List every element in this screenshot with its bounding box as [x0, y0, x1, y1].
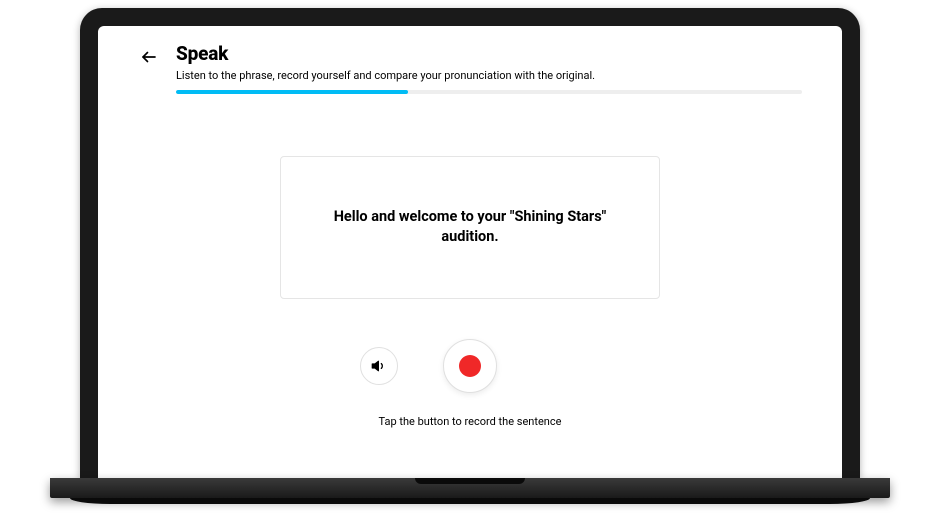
record-button[interactable] — [443, 339, 497, 393]
app-screen: Speak Listen to the phrase, record yours… — [98, 26, 842, 478]
app-container: Speak Listen to the phrase, record yours… — [98, 26, 842, 478]
progress-bar — [176, 90, 802, 94]
laptop-bezel: Speak Listen to the phrase, record yours… — [80, 8, 860, 478]
title-block: Speak Listen to the phrase, record yours… — [176, 42, 802, 94]
speaker-icon — [371, 358, 387, 374]
progress-fill — [176, 90, 408, 94]
arrow-left-icon — [140, 48, 158, 66]
play-audio-button[interactable] — [360, 347, 398, 385]
header: Speak Listen to the phrase, record yours… — [138, 42, 802, 94]
back-button[interactable] — [138, 46, 160, 68]
record-icon — [459, 355, 481, 377]
laptop-foot — [70, 498, 870, 504]
phrase-card: Hello and welcome to your "Shining Stars… — [280, 156, 660, 299]
laptop-frame: Speak Listen to the phrase, record yours… — [80, 8, 860, 504]
page-subtitle: Listen to the phrase, record yourself an… — [176, 69, 802, 82]
content-area: Hello and welcome to your "Shining Stars… — [138, 100, 802, 478]
phrase-text: Hello and welcome to your "Shining Stars… — [321, 207, 619, 248]
page-title: Speak — [176, 42, 802, 65]
laptop-base — [50, 478, 890, 498]
controls-row — [138, 339, 802, 393]
record-hint: Tap the button to record the sentence — [379, 415, 562, 428]
